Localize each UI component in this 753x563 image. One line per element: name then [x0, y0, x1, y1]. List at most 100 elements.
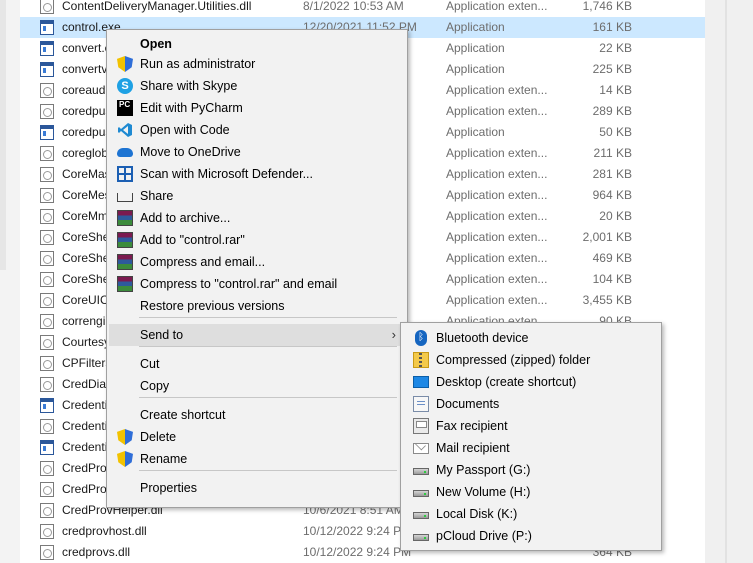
winrar-icon: [117, 254, 133, 270]
file-size: 20 KB: [599, 209, 632, 223]
uac-shield-icon: [117, 429, 133, 445]
send-to-fax-recipient[interactable]: Fax recipient: [403, 415, 659, 437]
file-size: 104 KB: [592, 272, 632, 286]
dll-file-icon: [40, 524, 54, 539]
vscode-icon: [117, 122, 133, 138]
context-menu: Open Run as administrator S Share with Skyp…: [106, 29, 408, 508]
file-type: Application: [446, 125, 505, 139]
menu-separator: [139, 346, 397, 347]
dll-file-icon: [40, 167, 54, 182]
send-to-label: My Passport (G:): [436, 463, 531, 477]
menu-item-cut[interactable]: Cut: [109, 353, 405, 375]
menu-item-label: Run as administrator: [140, 57, 256, 71]
file-size: 2,001 KB: [582, 230, 632, 244]
send-to-desktop-create-shortcut[interactable]: Desktop (create shortcut): [403, 371, 659, 393]
menu-item-create-shortcut[interactable]: Create shortcut: [109, 404, 405, 426]
dll-file-icon: [40, 419, 54, 434]
file-type: Application exten...: [446, 188, 548, 202]
send-to-local-disk-k[interactable]: Local Disk (K:): [403, 503, 659, 525]
send-to-mail-recipient[interactable]: Mail recipient: [403, 437, 659, 459]
drive-icon: [413, 512, 429, 519]
menu-item-rename[interactable]: Rename: [109, 448, 405, 470]
file-date: 10/12/2022 9:24 PM: [303, 545, 412, 559]
menu-item-share-with-skype[interactable]: S Share with Skype: [109, 75, 405, 97]
dll-file-icon: [40, 377, 54, 392]
menu-item-open[interactable]: Open: [109, 33, 405, 55]
file-type: Application exten...: [446, 0, 548, 13]
send-to-label: Desktop (create shortcut): [436, 375, 577, 389]
drive-icon: [413, 534, 429, 541]
send-to-new-volume-h[interactable]: New Volume (H:): [403, 481, 659, 503]
file-size: 14 KB: [599, 83, 632, 97]
menu-item-open-with-code[interactable]: Open with Code: [109, 119, 405, 141]
send-to-label: Documents: [436, 397, 500, 411]
send-to-label: Local Disk (K:): [436, 507, 518, 521]
file-size: 161 KB: [592, 20, 632, 34]
menu-item-label: Share: [140, 189, 174, 203]
app-file-icon: [40, 41, 54, 56]
menu-item-scan-with-microsoft-defender[interactable]: Scan with Microsoft Defender...: [109, 163, 405, 185]
menu-item-add-to-control-rar[interactable]: Add to "control.rar": [109, 229, 405, 251]
winrar-icon: [117, 232, 133, 248]
menu-item-copy[interactable]: Copy: [109, 375, 405, 397]
send-to-documents[interactable]: Documents: [403, 393, 659, 415]
menu-item-properties[interactable]: Properties: [109, 477, 405, 499]
send-to-pcloud-drive-p[interactable]: pCloud Drive (P:): [403, 525, 659, 547]
file-row[interactable]: ContentDeliveryManager.Utilities.dll 8/1/…: [20, 0, 705, 17]
menu-item-delete[interactable]: Delete: [109, 426, 405, 448]
file-type: Application: [446, 20, 505, 34]
menu-item-label: Compress to "control.rar" and email: [140, 277, 338, 291]
file-date: 10/12/2022 9:24 PM: [303, 524, 412, 538]
file-type: Application exten...: [446, 209, 548, 223]
menu-item-run-as-administrator[interactable]: Run as administrator: [109, 53, 405, 75]
send-to-my-passport-g[interactable]: My Passport (G:): [403, 459, 659, 481]
drive-icon: [413, 490, 429, 497]
file-size: 225 KB: [592, 62, 632, 76]
desktop-icon: [413, 376, 429, 388]
menu-item-restore-previous-versions[interactable]: Restore previous versions: [109, 295, 405, 317]
mail-icon: [413, 443, 429, 454]
dll-file-icon: [40, 293, 54, 308]
menu-item-label: Cut: [140, 357, 160, 371]
send-to-label: Bluetooth device: [436, 331, 529, 345]
send-to-bluetooth-device[interactable]: ᛒ Bluetooth device: [403, 327, 659, 349]
menu-item-share[interactable]: Share: [109, 185, 405, 207]
fax-icon: [413, 418, 429, 434]
send-to-label: Fax recipient: [436, 419, 508, 433]
menu-item-send-to[interactable]: Send to ›: [109, 324, 405, 346]
menu-item-label: Create shortcut: [140, 408, 226, 422]
menu-item-label: Move to OneDrive: [140, 145, 241, 159]
zip-folder-icon: [413, 352, 429, 368]
dll-file-icon: [40, 503, 54, 518]
menu-item-label: Open with Code: [140, 123, 230, 137]
menu-item-compress-and-email[interactable]: Compress and email...: [109, 251, 405, 273]
app-file-icon: [40, 20, 54, 35]
menu-item-label: Edit with PyCharm: [140, 101, 243, 115]
menu-item-move-to-onedrive[interactable]: Move to OneDrive: [109, 141, 405, 163]
send-to-compressed-zipped-folder[interactable]: Compressed (zipped) folder: [403, 349, 659, 371]
file-type: Application exten...: [446, 104, 548, 118]
defender-icon: [117, 166, 133, 182]
dll-file-icon: [40, 209, 54, 224]
menu-item-label: Rename: [140, 452, 188, 466]
dll-file-icon: [40, 146, 54, 161]
menu-item-edit-with-pycharm[interactable]: PC Edit with PyCharm: [109, 97, 405, 119]
app-file-icon: [40, 125, 54, 140]
uac-shield-icon: [117, 451, 133, 467]
share-icon: [117, 193, 133, 202]
menu-item-label: Restore previous versions: [140, 299, 285, 313]
file-size: 22 KB: [599, 41, 632, 55]
file-type: Application exten...: [446, 83, 548, 97]
menu-item-add-to-archive[interactable]: Add to archive...: [109, 207, 405, 229]
file-size: 469 KB: [592, 251, 632, 265]
menu-item-label: Open: [140, 37, 172, 51]
chevron-right-icon: ›: [391, 327, 396, 342]
menu-separator: [139, 317, 397, 318]
uac-shield-icon: [117, 56, 133, 72]
scrollbar-track[interactable]: [705, 0, 753, 563]
menu-item-label: Delete: [140, 430, 177, 444]
menu-item-compress-to-control-rar-and-email[interactable]: Compress to "control.rar" and email: [109, 273, 405, 295]
dll-file-icon: [40, 83, 54, 98]
dll-file-icon: [40, 272, 54, 287]
menu-item-label: Add to "control.rar": [140, 233, 245, 247]
